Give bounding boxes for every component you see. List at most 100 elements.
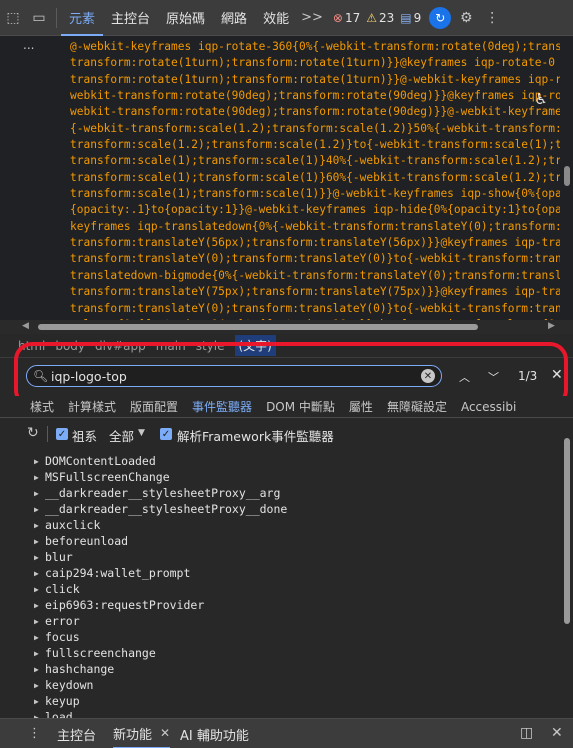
list-item[interactable]: ▶ keyup: [34, 693, 80, 709]
expand-arrow-icon[interactable]: ▶: [34, 457, 45, 466]
expand-arrow-icon[interactable]: ▶: [34, 553, 45, 562]
toolbar-divider: [56, 7, 57, 28]
list-item[interactable]: ▶ hashchange: [34, 661, 114, 677]
list-item[interactable]: ▶ beforeunload: [34, 533, 128, 549]
search-input[interactable]: [51, 368, 411, 384]
framework-listeners-checkbox[interactable]: ✓: [160, 428, 172, 440]
list-item[interactable]: ▶ load: [34, 709, 73, 718]
drawer-tab-console[interactable]: 主控台: [57, 719, 96, 748]
scrollbar-thumb[interactable]: [564, 438, 570, 624]
expand-arrow-icon[interactable]: ▶: [34, 617, 45, 626]
tab-event-listeners[interactable]: 事件監聽器: [192, 398, 252, 415]
search-field[interactable]: 🔍︎ ✕: [26, 365, 442, 387]
ancestors-checkbox[interactable]: ✓: [56, 428, 68, 440]
warning-count-badge[interactable]: ⚠ 23: [366, 11, 394, 25]
tab-styles[interactable]: 樣式: [30, 398, 54, 415]
tab-performance[interactable]: 效能: [255, 0, 297, 36]
next-match-icon[interactable]: ﹀: [488, 369, 499, 385]
drawer-toolbar: ⋮ 主控台 新功能 ✕ AI 輔助功能 ◫ ✕: [0, 718, 573, 748]
expand-arrow-icon[interactable]: ▶: [34, 681, 45, 690]
expand-arrow-icon[interactable]: ▶: [34, 537, 45, 546]
list-item[interactable]: ▶ keydown: [34, 677, 93, 693]
listener-filter-select[interactable]: 全部: [109, 426, 134, 445]
list-item[interactable]: ▶ blur: [34, 549, 73, 565]
drawer-tab-whats-new[interactable]: 新功能 ✕: [113, 719, 171, 748]
tab-properties[interactable]: 屬性: [349, 398, 373, 415]
tab-network[interactable]: 網路: [213, 0, 255, 36]
code-line: transform:rotate(1turn);transform:rotate…: [70, 56, 555, 70]
expand-arrow-icon[interactable]: ▶: [34, 489, 45, 498]
tab-console[interactable]: 主控台: [103, 0, 158, 36]
device-toggle-icon[interactable]: ▭: [26, 0, 52, 36]
tab-dom-breakpoints[interactable]: DOM 中斷點: [266, 398, 335, 415]
event-name: hashchange: [45, 662, 115, 676]
tab-accessibility-settings[interactable]: 無障礙設定: [387, 398, 447, 415]
list-item[interactable]: ▶ focus: [34, 629, 80, 645]
drawer-tab-ai-assistance[interactable]: AI 輔助功能: [180, 719, 249, 748]
list-item[interactable]: ▶ auxclick: [34, 517, 100, 533]
tab-sources[interactable]: 原始碼: [158, 0, 213, 36]
event-name: beforeunload: [45, 534, 129, 548]
event-listener-list: ▶ DOMContentLoaded ▶ MSFullscreenChange ▶ __d…: [0, 448, 562, 718]
close-icon[interactable]: ✕: [551, 367, 563, 383]
tab-elements[interactable]: 元素: [61, 0, 104, 36]
error-count-badge[interactable]: ⊗ 17: [333, 11, 360, 25]
list-item[interactable]: ▶ error: [34, 613, 80, 629]
list-item[interactable]: ▶ fullscreenchange: [34, 645, 156, 661]
expand-arrow-icon[interactable]: ▶: [34, 473, 45, 482]
expand-ellipsis[interactable]: ...: [23, 38, 34, 52]
inspect-element-icon[interactable]: ⬚: [0, 0, 26, 36]
accessibility-icon[interactable]: ♿: [530, 88, 552, 110]
drawer-menu-icon[interactable]: ⋮: [28, 726, 41, 741]
breadcrumb-item[interactable]: main: [156, 339, 186, 353]
expand-arrow-icon[interactable]: ▶: [34, 601, 45, 610]
breadcrumb-item[interactable]: html: [18, 339, 45, 353]
code-line: transform:scale(1);transform:scale(1)}}@…: [70, 187, 560, 201]
expand-arrow-icon[interactable]: ▶: [34, 505, 45, 514]
scroll-left-icon[interactable]: ◀: [22, 321, 29, 331]
info-count-badge[interactable]: ▤ 9: [400, 11, 421, 25]
breadcrumb-item[interactable]: body: [55, 339, 85, 353]
scrollbar-thumb[interactable]: [564, 166, 570, 186]
expand-arrow-icon[interactable]: ▶: [34, 649, 45, 658]
more-tabs-button[interactable]: >>: [297, 0, 327, 36]
dock-side-icon[interactable]: ◫: [520, 725, 533, 741]
list-item[interactable]: ▶ caip294:wallet_prompt: [34, 565, 190, 581]
more-options-icon[interactable]: ⋮: [481, 7, 503, 29]
list-item[interactable]: ▶ __darkreader__stylesheetProxy__arg: [34, 485, 280, 501]
clear-search-icon[interactable]: ✕: [421, 369, 435, 383]
list-item[interactable]: ▶ DOMContentLoaded: [34, 453, 156, 469]
list-item[interactable]: ▶ click: [34, 581, 80, 597]
code-horizontal-scrollbar[interactable]: ◀ ▶: [0, 320, 573, 334]
close-icon[interactable]: ✕: [551, 725, 563, 741]
previous-match-icon[interactable]: ︿: [459, 369, 470, 385]
expand-arrow-icon[interactable]: ▶: [34, 633, 45, 642]
list-item[interactable]: ▶ eip6963:requestProvider: [34, 597, 204, 613]
tab-accessibility[interactable]: Accessibi: [461, 400, 516, 414]
gear-icon[interactable]: ⚙: [455, 7, 477, 29]
refresh-icon[interactable]: ↻: [27, 425, 39, 441]
event-name: __darkreader__stylesheetProxy__arg: [45, 486, 281, 500]
toolbar-divider: [47, 426, 48, 442]
chevron-down-icon[interactable]: ▼: [138, 428, 145, 438]
code-vertical-scrollbar[interactable]: [562, 36, 573, 320]
expand-arrow-icon[interactable]: ▶: [34, 569, 45, 578]
event-name: load: [45, 710, 73, 718]
sync-icon[interactable]: ↻: [429, 6, 452, 29]
expand-arrow-icon[interactable]: ▶: [34, 585, 45, 594]
list-item[interactable]: ▶ __darkreader__stylesheetProxy__done: [34, 501, 287, 517]
breadcrumb-item-selected[interactable]: (文字): [234, 335, 276, 356]
listener-scrollbar[interactable]: [562, 432, 573, 718]
tab-layout[interactable]: 版面配置: [130, 398, 178, 415]
breadcrumb-item[interactable]: style: [196, 339, 225, 353]
scrollbar-thumb[interactable]: [38, 324, 478, 330]
breadcrumb-item[interactable]: div#app: [95, 339, 146, 353]
tab-computed[interactable]: 計算樣式: [68, 398, 116, 415]
scroll-right-icon[interactable]: ▶: [548, 321, 555, 331]
code-line: {-webkit-transform:scale(1.2);transform:…: [70, 121, 560, 135]
list-item[interactable]: ▶ MSFullscreenChange: [34, 469, 170, 485]
close-icon[interactable]: ✕: [160, 726, 170, 740]
expand-arrow-icon[interactable]: ▶: [34, 665, 45, 674]
expand-arrow-icon[interactable]: ▶: [34, 521, 45, 530]
expand-arrow-icon[interactable]: ▶: [34, 697, 45, 706]
